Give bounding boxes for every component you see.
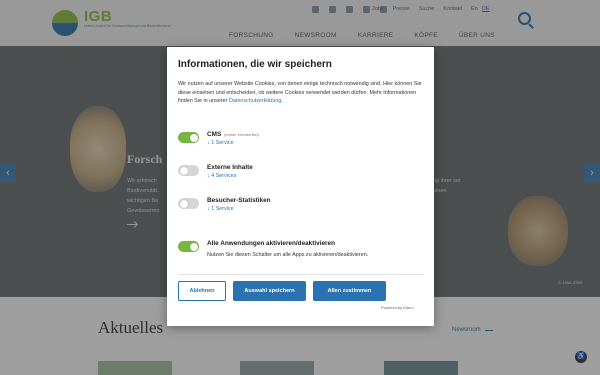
toggle-knob (189, 242, 198, 251)
dialog-description-text: Wir nutzen auf unserer Website Cookies, … (178, 81, 422, 104)
toggle-all-description: Nutzen Sie diesen Schalter um alle Apps … (207, 252, 369, 258)
save-selection-button[interactable]: Auswahl speichern (233, 281, 306, 301)
toggle-visitor-statistics[interactable] (178, 198, 199, 209)
accept-all-button[interactable]: Allen zustimmen (313, 281, 386, 301)
dialog-description: Wir nutzen auf unserer Website Cookies, … (178, 80, 424, 106)
toggle-all-apps[interactable] (178, 241, 199, 252)
powered-by-klaro-link[interactable]: Powered by Klaro! (381, 305, 414, 310)
external-services-link[interactable]: ↓ 4 Services (207, 173, 236, 179)
consent-label-statistics: Besucher-Statistiken (207, 197, 271, 204)
decline-button[interactable]: Ablehnen (178, 281, 226, 301)
toggle-external-content[interactable] (178, 165, 199, 176)
dialog-description-suffix: . (281, 98, 283, 104)
privacy-policy-link[interactable]: Datenschutzerklärung (229, 98, 281, 104)
toggle-all-label: Alle Anwendungen aktivieren/deaktivieren (207, 240, 335, 247)
cms-services-link[interactable]: ↓ 1 Service (207, 140, 234, 146)
statistics-services-link[interactable]: ↓ 1 Service (207, 206, 234, 212)
consent-row-statistics: Besucher-Statistiken ↓ 1 Service (178, 197, 424, 217)
consent-label-cms-text: CMS (207, 131, 222, 138)
toggle-knob (179, 199, 188, 208)
consent-label-external: Externe Inhalte (207, 164, 253, 171)
toggle-knob (179, 166, 188, 175)
consent-row-cms: CMS (immer erforderlich) ↓ 1 Service (178, 131, 424, 151)
consent-row-external: Externe Inhalte ↓ 4 Services (178, 164, 424, 184)
consent-row-toggle-all: Alle Anwendungen aktivieren/deaktivieren… (178, 240, 424, 260)
cookie-consent-dialog: Informationen, die wir speichern Wir nut… (167, 47, 434, 326)
dialog-divider (178, 274, 424, 275)
dialog-title: Informationen, die wir speichern (178, 59, 332, 70)
toggle-cms[interactable] (178, 132, 199, 143)
required-note: (immer erforderlich) (224, 132, 260, 137)
toggle-knob (189, 133, 198, 142)
consent-label-cms: CMS (immer erforderlich) (207, 131, 259, 138)
